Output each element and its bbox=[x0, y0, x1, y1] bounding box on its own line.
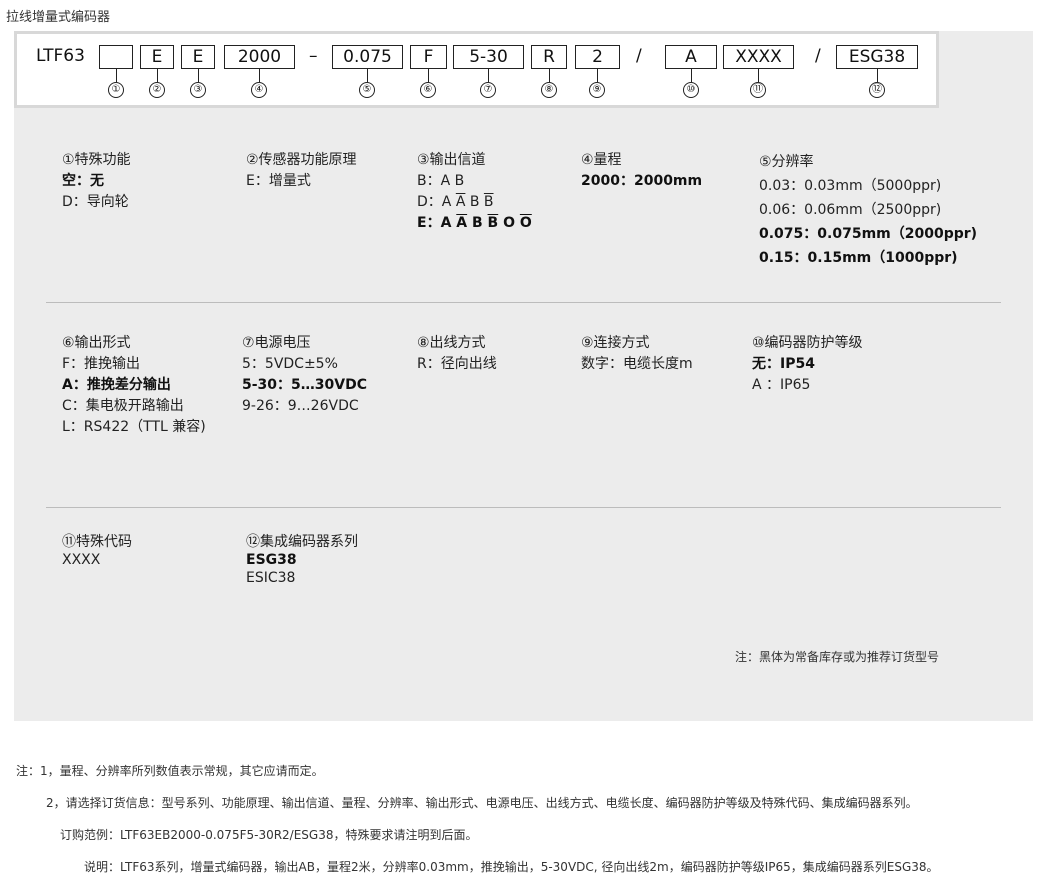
spec-heading: ⑫集成编码器系列 bbox=[246, 534, 358, 550]
slot-6-box: F bbox=[410, 45, 447, 69]
spec-heading: ②传感器功能原理 bbox=[246, 152, 357, 168]
spec-heading: ⑪特殊代码 bbox=[62, 534, 132, 550]
spec-option: E：增量式 bbox=[246, 173, 311, 189]
slot-8-tick bbox=[549, 69, 550, 82]
slot-10-tick bbox=[691, 69, 692, 82]
slot-10-box: A bbox=[665, 45, 717, 69]
marker-7: ⑦ bbox=[480, 82, 496, 98]
spec-option: R：径向出线 bbox=[417, 356, 497, 372]
spec-option: ESIC38 bbox=[246, 570, 296, 586]
slot-7-box: 5-30 bbox=[453, 45, 524, 69]
marker-1: ① bbox=[108, 82, 124, 98]
spec-option: A ：IP65 bbox=[752, 377, 811, 393]
spec-heading: ⑩编码器防护等级 bbox=[752, 335, 863, 351]
spec-supply-voltage: ⑦电源电压 5：5VDC±5% 5-30：5…30VDC 9-26：9…26VD… bbox=[242, 333, 367, 417]
spec-heading: ⑥输出形式 bbox=[62, 335, 131, 351]
marker-2: ② bbox=[149, 82, 165, 98]
spec-heading: ④量程 bbox=[581, 152, 622, 168]
spec-sensor-principle: ②传感器功能原理 E：增量式 bbox=[246, 150, 357, 192]
marker-4: ④ bbox=[251, 82, 267, 98]
slot-4-box: 2000 bbox=[224, 45, 295, 69]
dash-separator: – bbox=[309, 46, 318, 66]
spec-heading: ⑦电源电压 bbox=[242, 335, 311, 351]
marker-12: ⑫ bbox=[869, 82, 885, 98]
spec-option-recommended: E：A A B B O O bbox=[417, 215, 532, 231]
spec-option: 数字：电缆长度m bbox=[581, 356, 693, 372]
spec-heading: ③输出信道 bbox=[417, 152, 486, 168]
slot-8-box: R bbox=[531, 45, 567, 69]
slot-1-box bbox=[99, 45, 133, 69]
spec-option: 9-26：9…26VDC bbox=[242, 398, 359, 414]
marker-10: ⑩ bbox=[683, 82, 699, 98]
panel-note: 注：黑体为常备库存或为推荐订货型号 bbox=[735, 650, 940, 664]
slot-12-tick bbox=[877, 69, 878, 82]
spec-heading: ⑨连接方式 bbox=[581, 335, 650, 351]
marker-9: ⑨ bbox=[589, 82, 605, 98]
slot-5-box: 0.075 bbox=[332, 45, 403, 69]
spec-option: 0.06：0.06mm（2500ppr) bbox=[759, 202, 942, 218]
spec-option-recommended: 0.075：0.075mm（2000ppr) bbox=[759, 226, 978, 242]
spec-output-channel: ③输出信道 B：A B D：A A B B E：A A B B O O bbox=[417, 150, 532, 234]
marker-5: ⑤ bbox=[359, 82, 375, 98]
model-prefix: LTF63 bbox=[36, 46, 85, 66]
spec-option: L：RS422（TTL 兼容) bbox=[62, 419, 206, 435]
footer-order-example: 订购范例：LTF63EB2000-0.075F5-30R2/ESG38，特殊要求… bbox=[60, 828, 478, 842]
spec-option-recommended: 空：无 bbox=[62, 173, 104, 189]
spec-option: D：导向轮 bbox=[62, 194, 129, 210]
marker-8: ⑧ bbox=[541, 82, 557, 98]
slash-separator-1: / bbox=[636, 46, 642, 66]
marker-3: ③ bbox=[190, 82, 206, 98]
divider-1 bbox=[46, 302, 1001, 303]
spec-option-recommended: 0.15：0.15mm（1000ppr) bbox=[759, 250, 958, 266]
spec-option-recommended: ESG38 bbox=[246, 552, 297, 568]
slot-7-tick bbox=[488, 69, 489, 82]
slot-2-tick bbox=[157, 69, 158, 82]
slot-11-tick bbox=[758, 69, 759, 82]
slot-11-box: XXXX bbox=[723, 45, 794, 69]
footer-explanation: 说明：LTF63系列，增量式编码器，输出AB，量程2米，分辨率0.03mm，推挽… bbox=[84, 860, 939, 874]
spec-option-recommended: 无：IP54 bbox=[752, 356, 815, 372]
slot-1-tick bbox=[116, 69, 117, 82]
slot-12-box: ESG38 bbox=[836, 45, 918, 69]
slot-6-tick bbox=[428, 69, 429, 82]
spec-range: ④量程 2000：2000mm bbox=[581, 150, 702, 192]
slot-2-box: E bbox=[140, 45, 174, 69]
spec-output-form: ⑥输出形式 F：推挽输出 A：推挽差分输出 C：集电极开路输出 L：RS422（… bbox=[62, 333, 206, 438]
slash-separator-2: / bbox=[815, 46, 821, 66]
spec-heading: ⑤分辨率 bbox=[759, 154, 814, 170]
spec-option: 5：5VDC±5% bbox=[242, 356, 338, 372]
slot-9-tick bbox=[597, 69, 598, 82]
spec-special-function: ①特殊功能 空：无 D：导向轮 bbox=[62, 150, 131, 213]
spec-option-recommended: 5-30：5…30VDC bbox=[242, 377, 367, 393]
page-title: 拉线增量式编码器 bbox=[6, 10, 111, 25]
spec-heading: ⑧出线方式 bbox=[417, 335, 486, 351]
spec-option: F：推挽输出 bbox=[62, 356, 141, 372]
slot-3-box: E bbox=[181, 45, 215, 69]
spec-protection-class: ⑩编码器防护等级 无：IP54 A ：IP65 bbox=[752, 333, 863, 396]
slot-9-box: 2 bbox=[575, 45, 620, 69]
spec-resolution: ⑤分辨率 0.03：0.03mm（5000ppr) 0.06：0.06mm（25… bbox=[759, 150, 977, 270]
spec-special-code: ⑪特殊代码 XXXX bbox=[62, 533, 132, 569]
spec-option-recommended: 2000：2000mm bbox=[581, 173, 703, 189]
spec-cable-exit: ⑧出线方式 R：径向出线 bbox=[417, 333, 497, 375]
slot-5-tick bbox=[367, 69, 368, 82]
footer-note-1: 注：1，量程、分辨率所列数值表示常规，其它应请而定。 bbox=[16, 764, 324, 778]
marker-11: ⑪ bbox=[750, 82, 766, 98]
marker-6: ⑥ bbox=[420, 82, 436, 98]
slot-4-tick bbox=[259, 69, 260, 82]
spec-integrated-series: ⑫集成编码器系列 ESG38 ESIC38 bbox=[246, 533, 358, 587]
divider-2 bbox=[46, 507, 1001, 508]
spec-option: D：A A B B bbox=[417, 194, 494, 210]
spec-connection: ⑨连接方式 数字：电缆长度m bbox=[581, 333, 693, 375]
spec-option-recommended: A：推挽差分输出 bbox=[62, 377, 171, 393]
spec-option: B：A B bbox=[417, 173, 465, 189]
spec-heading: ①特殊功能 bbox=[62, 152, 131, 168]
footer-note-2: 2，请选择订货信息：型号系列、功能原理、输出信道、量程、分辨率、输出形式、电源电… bbox=[46, 796, 918, 810]
spec-option: 0.03：0.03mm（5000ppr) bbox=[759, 178, 942, 194]
slot-3-tick bbox=[198, 69, 199, 82]
spec-option: XXXX bbox=[62, 552, 101, 568]
spec-option: C：集电极开路输出 bbox=[62, 398, 184, 414]
